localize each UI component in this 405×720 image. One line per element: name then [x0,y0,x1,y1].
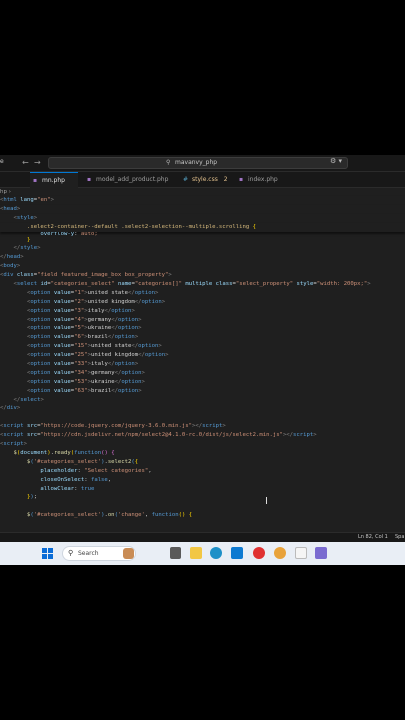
vscode-icon[interactable] [231,547,243,559]
windows-taskbar: ⚲ Search [0,542,405,565]
tab-index-php[interactable]: ▪ index.php [236,172,286,188]
task-view-icon[interactable] [170,547,181,559]
code-line: } [26,236,31,243]
code-line: <div class="field featured_image_box box… [0,272,172,279]
code-line: <option value="25">united kingdom</optio… [26,352,169,359]
code-line: <option value="1">united state</option> [26,289,159,296]
tab-mn-php[interactable]: ▪ mn.php [30,172,78,188]
code-line: $('#categories_select').on('change', fun… [26,512,193,519]
tab-style-css[interactable]: # style.css 2 [180,172,238,188]
code-line: <option value="15">united state</option> [26,343,162,350]
code-line: </select> [13,396,44,403]
code-line: <option value="6">brazil</option> [26,334,139,341]
tab-label: style.css [192,176,218,183]
code-line: <option value="63">brazil</option> [26,387,142,394]
tab-label: mn.php [42,177,65,184]
wps-office-icon[interactable] [253,547,265,559]
code-line: <style> [0,213,405,223]
code-line: <script src="https://code.jquery.com/jqu… [0,423,226,430]
search-icon: ⚲ [166,159,171,166]
code-line: closeOnSelect: false, [40,476,112,483]
code-line: </head> [0,254,24,261]
code-line: <option value="4">germany</option> [26,316,142,323]
tab-label: model_add_product.php [96,176,169,183]
code-line: </div> [0,405,21,412]
tab-bar: ▪ mn.php ▪ model_add_product.php # style… [0,172,405,188]
code-line: .select2-container--default .select2-sel… [0,222,405,232]
code-editor[interactable]: <html lang="en"> <head> <style> .select2… [0,196,405,520]
snipping-tool-icon[interactable] [315,547,327,559]
windows-start-icon[interactable] [42,548,53,559]
breadcrumb[interactable]: hp › [0,189,11,195]
mouse-cursor-icon [266,497,269,504]
code-line: <head> [0,204,405,214]
status-bar: Ln 82, Col 1 Spa [0,532,405,542]
php-file-icon: ▪ [33,177,38,184]
code-line: $('#categories_select').select2({ [26,458,139,465]
indentation-setting[interactable]: Spa [395,534,404,540]
search-icon: ⚲ [68,549,74,557]
chrome-browser-icon[interactable] [274,547,286,559]
command-center-search[interactable]: ⚲ mavanvy_php [48,157,348,169]
problems-badge: 2 [223,176,228,183]
code-line: </style> [13,245,41,252]
file-explorer-icon[interactable] [190,547,202,559]
vscode-window: e ← → ⚲ mavanvy_php ⚙ ▾ ▪ mn.php ▪ model… [0,155,405,565]
taskbar-search-text: Search [78,550,99,557]
tab-model-add-product[interactable]: ▪ model_add_product.php [84,172,174,188]
code-line: }); [26,494,38,501]
notepad-icon[interactable] [295,547,307,559]
copilot-dropdown-icon[interactable]: ⚙ ▾ [330,157,342,165]
code-line: allowClear: true [40,485,95,492]
tab-label: index.php [248,176,278,183]
php-file-icon: ▪ [239,176,244,183]
css-file-icon: # [183,176,189,183]
title-bar: e ← → ⚲ mavanvy_php ⚙ ▾ [0,155,405,172]
code-line: <option value="5">ukraine</option> [26,325,142,332]
search-highlight-icon [123,548,134,559]
cursor-position[interactable]: Ln 82, Col 1 [358,534,388,540]
back-arrow-icon[interactable]: ← [22,157,29,169]
code-line: <script src="https://cdn.jsdelivr.net/np… [0,432,317,439]
code-line: <option value="33">italy</option> [26,361,139,368]
code-line: <html lang="en"> [0,196,405,205]
code-line: <option value="53">ukraine</option> [26,378,145,385]
title-bar-label: e [0,158,4,165]
code-line: <option value="3">italy</option> [26,307,135,314]
code-line: <body> [0,263,21,270]
code-line: <select id="categories_select" name="cat… [13,281,371,288]
code-line: $(document).ready(function() { [13,449,115,456]
edge-browser-icon[interactable] [210,547,222,559]
code-line: placeholder: "Select categories", [40,467,152,474]
code-line: <option value="34">germany</option> [26,369,145,376]
code-line: <option value="2">united kingdom</option… [26,298,166,305]
taskbar-search[interactable]: ⚲ Search [62,546,136,561]
search-text: mavanvy_php [175,159,218,166]
code-line: <script> [0,441,27,448]
php-file-icon: ▪ [87,176,92,183]
forward-arrow-icon[interactable]: → [34,157,41,169]
